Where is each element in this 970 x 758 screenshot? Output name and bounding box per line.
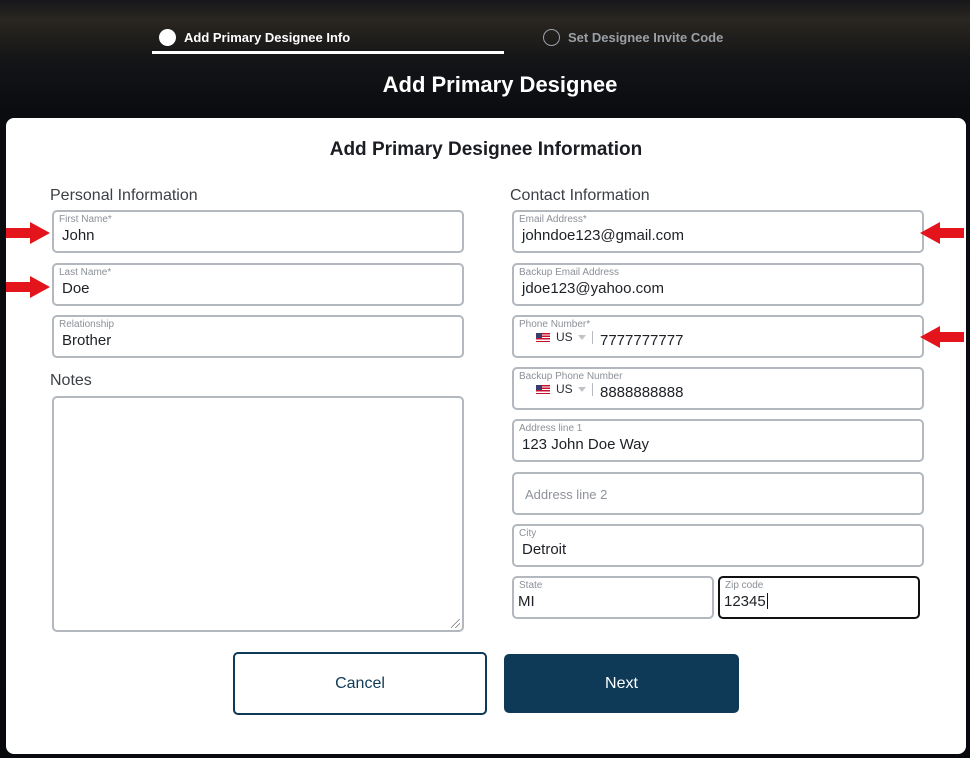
last-name-field[interactable]: Last Name* Doe xyxy=(52,263,464,306)
first-name-field[interactable]: First Name* John xyxy=(52,210,464,253)
address-line1-label: Address line 1 xyxy=(519,423,583,434)
notes-textarea[interactable] xyxy=(52,396,464,632)
relationship-label: Relationship xyxy=(59,319,115,330)
relationship-value: Brother xyxy=(62,332,112,349)
contact-info-heading: Contact Information xyxy=(510,187,650,204)
text-caret xyxy=(766,593,768,609)
state-field[interactable]: State MI xyxy=(512,576,714,619)
first-name-value: John xyxy=(62,227,95,244)
address-line2-placeholder: Address line 2 xyxy=(525,487,608,502)
backup-phone-value: 8888888888 xyxy=(600,384,684,401)
notes-label: Notes xyxy=(50,372,92,389)
backup-email-field[interactable]: Backup Email Address jdoe123@yahoo.com xyxy=(512,263,924,306)
us-flag-icon xyxy=(536,384,550,394)
progress-stepper: Add Primary Designee Info Set Designee I… xyxy=(0,0,970,60)
backup-phone-country-select[interactable]: US xyxy=(536,382,593,396)
active-step-underline xyxy=(152,51,504,54)
us-flag-icon xyxy=(536,332,550,342)
first-name-label: First Name* xyxy=(59,214,112,225)
relationship-field[interactable]: Relationship Brother xyxy=(52,315,464,358)
arrow-annotation-icon xyxy=(6,222,50,244)
email-value: johndoe123@gmail.com xyxy=(522,227,684,244)
step-inactive-dot-icon xyxy=(543,29,560,46)
zip-code-label: Zip code xyxy=(725,580,764,591)
phone-country-select[interactable]: US xyxy=(536,330,593,344)
phone-value: 7777777777 xyxy=(600,332,684,349)
phone-field[interactable]: Phone Number* US 7777777777 xyxy=(512,315,924,358)
divider xyxy=(591,382,593,396)
last-name-label: Last Name* xyxy=(59,267,112,278)
cancel-button[interactable]: Cancel xyxy=(233,652,487,715)
step-active-dot-icon xyxy=(159,29,176,46)
zip-code-field[interactable]: Zip code 12345 xyxy=(718,576,920,619)
chevron-down-icon xyxy=(577,386,586,392)
step-add-primary-designee-info[interactable]: Add Primary Designee Info xyxy=(159,29,350,46)
zip-code-value-wrap: 12345 xyxy=(724,593,768,610)
zip-code-value: 12345 xyxy=(724,593,766,610)
card-title: Add Primary Designee Information xyxy=(329,139,643,160)
state-label: State xyxy=(519,580,543,591)
personal-info-heading: Personal Information xyxy=(50,187,198,204)
designee-form-card: Add Primary Designee Information Persona… xyxy=(6,118,966,754)
arrow-annotation-icon xyxy=(920,326,964,348)
backup-phone-country-code: US xyxy=(556,382,573,396)
chevron-down-icon xyxy=(577,334,586,340)
backup-phone-field[interactable]: Backup Phone Number US 8888888888 xyxy=(512,367,924,410)
resize-grip-icon[interactable] xyxy=(451,619,460,628)
backup-email-label: Backup Email Address xyxy=(519,267,620,278)
state-value: MI xyxy=(518,593,535,610)
arrow-annotation-icon xyxy=(6,276,50,298)
backup-phone-label: Backup Phone Number xyxy=(519,371,623,382)
email-label: Email Address* xyxy=(519,214,587,225)
phone-label: Phone Number* xyxy=(519,319,591,330)
next-button[interactable]: Next xyxy=(504,654,739,713)
page-title: Add Primary Designee xyxy=(382,72,618,97)
divider xyxy=(591,330,593,344)
address-line1-value: 123 John Doe Way xyxy=(522,436,650,453)
step-set-designee-invite-code[interactable]: Set Designee Invite Code xyxy=(543,29,723,46)
arrow-annotation-icon xyxy=(920,222,964,244)
email-field[interactable]: Email Address* johndoe123@gmail.com xyxy=(512,210,924,253)
address-line2-field[interactable]: Address line 2 xyxy=(512,472,924,515)
backup-email-value: jdoe123@yahoo.com xyxy=(522,280,664,297)
city-value: Detroit xyxy=(522,541,567,558)
step-label: Add Primary Designee Info xyxy=(184,30,351,45)
last-name-value: Doe xyxy=(62,280,90,297)
phone-country-code: US xyxy=(556,330,573,344)
address-line1-field[interactable]: Address line 1 123 John Doe Way xyxy=(512,419,924,462)
step-label: Set Designee Invite Code xyxy=(568,30,724,45)
city-field[interactable]: City Detroit xyxy=(512,524,924,567)
city-label: City xyxy=(519,528,537,539)
